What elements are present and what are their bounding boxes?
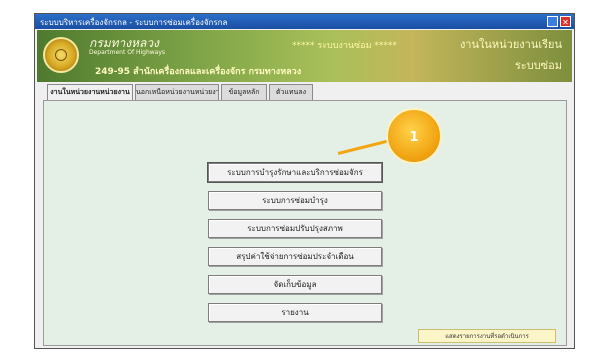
main-window: ระบบบริหารเครื่องจักรกล - ระบบการซ่อมเคร… (34, 13, 575, 349)
tab-representative[interactable]: ตัวแทนลง (269, 84, 313, 100)
tab-internal-work[interactable]: งานในหน่วยงานหน่วยงาน (47, 84, 133, 101)
minimize-button[interactable]: _ (547, 16, 558, 27)
system-title: งานในหน่วยงานเรียน (459, 38, 562, 51)
repair-renovation-button[interactable]: ระบบการซ่อมปรับปรุงสภาพ (208, 219, 382, 238)
org-name-english: Department Of Highways (89, 49, 166, 56)
step-callout-badge: 1 (386, 108, 442, 164)
seal-emblem-icon (55, 49, 67, 61)
repair-maintenance-button[interactable]: ระบบการซ่อมบำรุง (208, 191, 382, 210)
pending-jobs-button[interactable]: แสดงรายการงานที่รอดำเนินการ (418, 329, 556, 343)
store-data-button[interactable]: จัดเก็บข้อมูล (208, 275, 382, 294)
report-button[interactable]: รายงาน (208, 303, 382, 322)
title-bar[interactable]: ระบบบริหารเครื่องจักรกล - ระบบการซ่อมเคร… (35, 14, 574, 29)
org-address: 249-95 สำนักเครื่องกลและเครื่องจักร กรมท… (95, 67, 302, 77)
system-subtitle: ระบบซ่อม (514, 59, 562, 72)
maintenance-service-button[interactable]: ระบบการบำรุงรักษาและบริการซ่อมจักร (208, 163, 382, 182)
tab-external-work[interactable]: นอกเหนือหน่วยงานหน่วยงาน (135, 84, 219, 100)
header-banner: กรมทางหลวง Department Of Highways 249-95… (37, 30, 572, 82)
window-title: ระบบบริหารเครื่องจักรกล - ระบบการซ่อมเคร… (40, 18, 228, 27)
tab-master-data[interactable]: ข้อมูลหลัก (221, 84, 267, 100)
monthly-expense-summary-button[interactable]: สรุปค่าใช้จ่ายการซ่อมประจำเดือน (208, 247, 382, 266)
department-seal-icon (43, 37, 79, 73)
banner-center-title: ***** ระบบงานซ่อม ***** (292, 41, 397, 51)
tab-content-panel: ระบบการบำรุงรักษาและบริการซ่อมจักร ระบบก… (43, 100, 567, 346)
close-button[interactable]: ✕ (560, 16, 571, 27)
